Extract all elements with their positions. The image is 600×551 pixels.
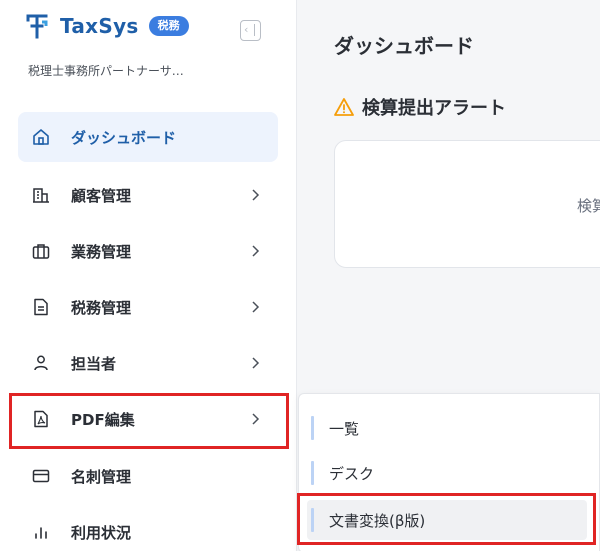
- alert-heading-text: 検算提出アラート: [362, 98, 506, 119]
- document-icon: [34, 298, 48, 316]
- submenu-item-label: 文書変換(β版): [329, 511, 426, 530]
- sidebar-item-label: 顧客管理: [71, 186, 132, 205]
- chevron-right-icon: [252, 301, 260, 313]
- chevron-right-icon: [252, 413, 260, 425]
- sidebar-item-label: 利用状況: [71, 523, 132, 542]
- pdf-edit-submenu: 一覧 デスク 文書変換(β版): [298, 393, 600, 551]
- bar-chart-icon: [35, 527, 47, 539]
- brand-badge: 税務: [148, 16, 189, 36]
- briefcase-icon: [32, 244, 50, 259]
- alert-section-heading: 検算提出アラート: [334, 94, 506, 120]
- sidebar-item-staff[interactable]: 担当者: [18, 338, 278, 388]
- sidebar-item-usage[interactable]: 利用状況: [18, 507, 278, 551]
- chevron-right-icon: [252, 189, 260, 201]
- sidebar-item-label: 業務管理: [71, 242, 132, 261]
- home-icon: [33, 129, 49, 145]
- sidebar-item-label: 名刺管理: [71, 467, 132, 486]
- pdf-file-icon: [34, 410, 48, 428]
- alert-card: 検算: [334, 140, 600, 268]
- user-icon: [34, 355, 48, 371]
- submenu-item-list[interactable]: 一覧: [307, 408, 587, 448]
- taxsys-logo-icon: [26, 14, 48, 39]
- card-icon: [32, 469, 50, 483]
- sidebar-item-label: 税務管理: [71, 298, 132, 317]
- submenu-indicator: [311, 508, 314, 532]
- sidebar-item-label: PDF編集: [71, 410, 135, 429]
- sidebar-item-work[interactable]: 業務管理: [18, 226, 278, 276]
- warning-icon: [334, 98, 354, 116]
- sidebar-collapse-button[interactable]: ‹: [240, 20, 261, 41]
- chevron-right-icon: [252, 357, 260, 369]
- sidebar-item-label: ダッシュボード: [71, 128, 177, 147]
- sidebar-item-business-cards[interactable]: 名刺管理: [18, 451, 278, 501]
- sidebar: TaxSys 税務 ‹ 税理士事務所パートナーサ… ダッシュボード 顧客管理 業…: [0, 0, 297, 551]
- panel-divider-icon: [253, 24, 255, 36]
- chevron-right-icon: [252, 245, 260, 257]
- page-title: ダッシュボード: [334, 34, 474, 58]
- submenu-indicator: [311, 416, 314, 440]
- submenu-item-label: 一覧: [329, 419, 360, 438]
- sidebar-item-label: 担当者: [71, 354, 117, 373]
- submenu-item-document-conversion[interactable]: 文書変換(β版): [307, 500, 587, 540]
- building-icon: [33, 188, 49, 203]
- brand-name: TaxSys: [60, 14, 139, 38]
- sidebar-item-tax[interactable]: 税務管理: [18, 282, 278, 332]
- submenu-item-label: デスク: [329, 464, 375, 483]
- brand[interactable]: TaxSys 税務: [26, 10, 189, 42]
- sidebar-item-pdf-edit[interactable]: PDF編集: [18, 394, 278, 444]
- sidebar-item-dashboard[interactable]: ダッシュボード: [18, 112, 278, 162]
- chevron-left-icon: ‹: [244, 23, 249, 36]
- organization-name: 税理士事務所パートナーサ…: [28, 64, 184, 78]
- alert-card-text: 検算: [577, 197, 600, 215]
- submenu-item-desk[interactable]: デスク: [307, 453, 587, 493]
- sidebar-item-customers[interactable]: 顧客管理: [18, 170, 278, 220]
- submenu-indicator: [311, 461, 314, 485]
